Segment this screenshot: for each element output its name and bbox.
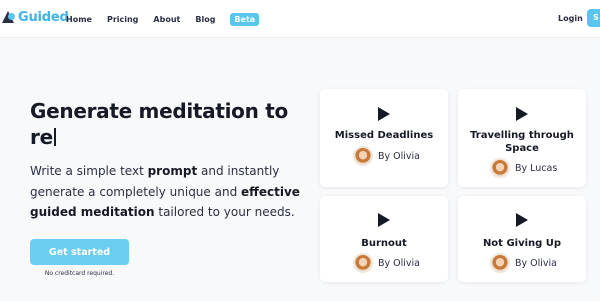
login-link[interactable]: Login: [558, 14, 583, 23]
nav-about[interactable]: About: [153, 15, 180, 24]
card-title: Missed Deadlines: [334, 130, 434, 141]
avatar: [490, 158, 510, 178]
avatar: [353, 253, 373, 273]
author-name: By Olivia: [378, 150, 420, 162]
card-author: By Olivia: [353, 146, 420, 166]
nav-blog[interactable]: Blog: [195, 15, 215, 24]
desc-part-3: tailored to your needs.: [154, 205, 295, 219]
meditation-card[interactable]: Burnout By Olivia: [320, 196, 448, 282]
play-icon[interactable]: [516, 213, 528, 227]
hero-headline-text: Generate meditation to re: [30, 99, 288, 149]
beta-badge: Beta: [230, 12, 260, 26]
play-icon[interactable]: [378, 107, 390, 121]
meditation-card[interactable]: Not Giving Up By Olivia: [458, 196, 586, 282]
meditation-card[interactable]: Travelling through Space By Lucas: [458, 89, 586, 187]
signup-button[interactable]: S: [587, 9, 600, 27]
card-author: By Olivia: [353, 253, 420, 273]
play-icon[interactable]: [378, 213, 390, 227]
typing-caret: [53, 128, 56, 146]
card-title: Not Giving Up: [482, 238, 562, 249]
card-author: By Lucas: [490, 158, 557, 178]
card-title: Burnout: [361, 238, 407, 249]
desc-bold-prompt: prompt: [147, 164, 198, 178]
author-name: By Olivia: [515, 257, 557, 269]
hero-description: Write a simple text prompt and instantly…: [30, 161, 300, 223]
top-nav-bar: Guided Home Pricing About Blog Beta Logi…: [0, 0, 600, 38]
logo-text: Guided: [18, 9, 69, 25]
card-author: By Olivia: [490, 253, 557, 273]
author-name: By Lucas: [515, 162, 558, 174]
guided-logo-icon: [2, 9, 16, 25]
nav-home[interactable]: Home: [66, 15, 92, 24]
nav-pricing[interactable]: Pricing: [107, 15, 138, 24]
avatar: [490, 253, 510, 273]
main-nav: Home Pricing About Blog Beta: [66, 0, 260, 38]
hero-headline: Generate meditation to re: [30, 98, 290, 150]
get-started-button[interactable]: Get started: [30, 239, 129, 265]
play-icon[interactable]: [516, 107, 528, 121]
meditation-card[interactable]: Missed Deadlines By Olivia: [320, 89, 448, 187]
desc-part-1: Write a simple text: [30, 164, 148, 178]
logo[interactable]: Guided: [2, 9, 69, 25]
author-name: By Olivia: [378, 257, 420, 269]
no-creditcard-note: No creditcard required.: [44, 270, 115, 277]
avatar: [353, 146, 373, 166]
card-title: Travelling through Space: [470, 130, 574, 154]
